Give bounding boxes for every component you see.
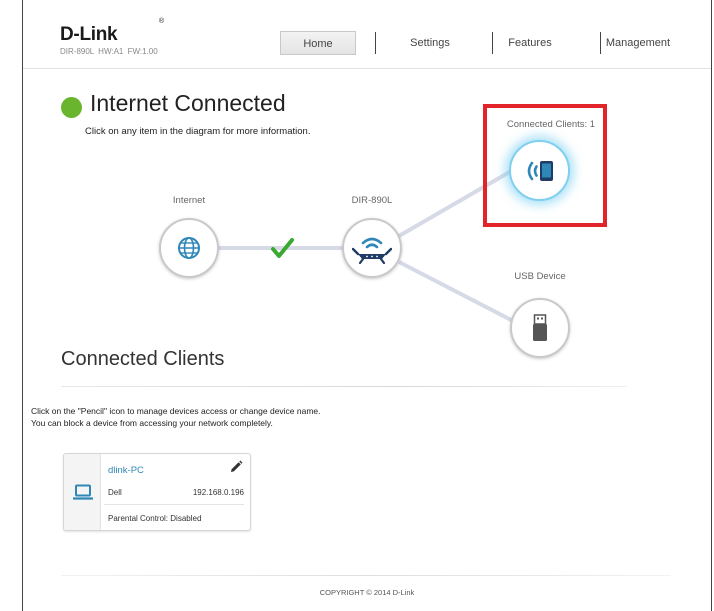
nav-separator	[375, 32, 376, 54]
header-bar: D-Link ® DIR-890L HW:A1 FW:1.00 Home Sett…	[23, 0, 711, 69]
footer-divider	[61, 575, 671, 576]
router-node[interactable]	[342, 218, 402, 278]
copyright-footer: COPYRIGHT © 2014 D-Link	[319, 588, 415, 597]
laptop-icon	[73, 484, 93, 500]
client-name-link[interactable]: dlink-PC	[108, 465, 144, 476]
parental-control-label: Parental Control:	[108, 514, 169, 523]
usb-drive-icon	[533, 314, 547, 341]
status-indicator-icon	[61, 97, 82, 118]
connected-clients-label: Connected Clients: 1	[506, 119, 596, 130]
clients-help-text: You can block a device from accessing yo…	[31, 418, 273, 428]
usb-device-label: USB Device	[514, 271, 566, 282]
internet-node[interactable]	[159, 218, 219, 278]
usb-device-node[interactable]	[510, 298, 570, 358]
router-label: DIR-890L	[351, 195, 393, 206]
internet-status-title: Internet Connected	[90, 90, 286, 116]
nav-management[interactable]: Management	[596, 31, 680, 55]
section-divider	[61, 386, 627, 387]
brand-name: D-Link	[60, 24, 118, 45]
connected-clients-heading: Connected Clients	[61, 348, 225, 370]
internet-label: Internet	[172, 195, 206, 206]
client-ip-address: 192.168.0.196	[192, 488, 244, 497]
nav-settings[interactable]: Settings	[392, 31, 468, 55]
card-divider	[104, 504, 244, 505]
wireless-tablet-icon	[527, 160, 553, 181]
client-vendor: Dell	[108, 488, 122, 497]
client-card: dlink-PC Dell 192.168.0.196 Parental Con…	[63, 453, 251, 531]
connected-clients-node[interactable]	[509, 140, 570, 201]
nav-home[interactable]: Home	[280, 31, 356, 55]
router-admin-window: D-Link ® DIR-890L HW:A1 FW:1.00 Home Sett…	[22, 0, 712, 611]
parental-control-status: Parental Control: Disabled	[108, 514, 201, 523]
link-ok-check-icon	[271, 238, 294, 258]
dlink-logo: D-Link ® DIR-890L HW:A1 FW:1.00	[60, 18, 164, 56]
parental-control-value: Disabled	[170, 514, 202, 523]
globe-icon	[178, 237, 200, 259]
nav-features[interactable]: Features	[492, 31, 568, 55]
brand-mark: ®	[158, 18, 164, 25]
router-icon	[352, 237, 392, 264]
diagram-hint: Click on any item in the diagram for mor…	[85, 126, 311, 137]
model-info: DIR-890L HW:A1 FW:1.00	[60, 47, 158, 56]
clients-help-text: Click on the "Pencil" icon to manage dev…	[31, 406, 321, 416]
pencil-icon[interactable]	[229, 460, 243, 474]
